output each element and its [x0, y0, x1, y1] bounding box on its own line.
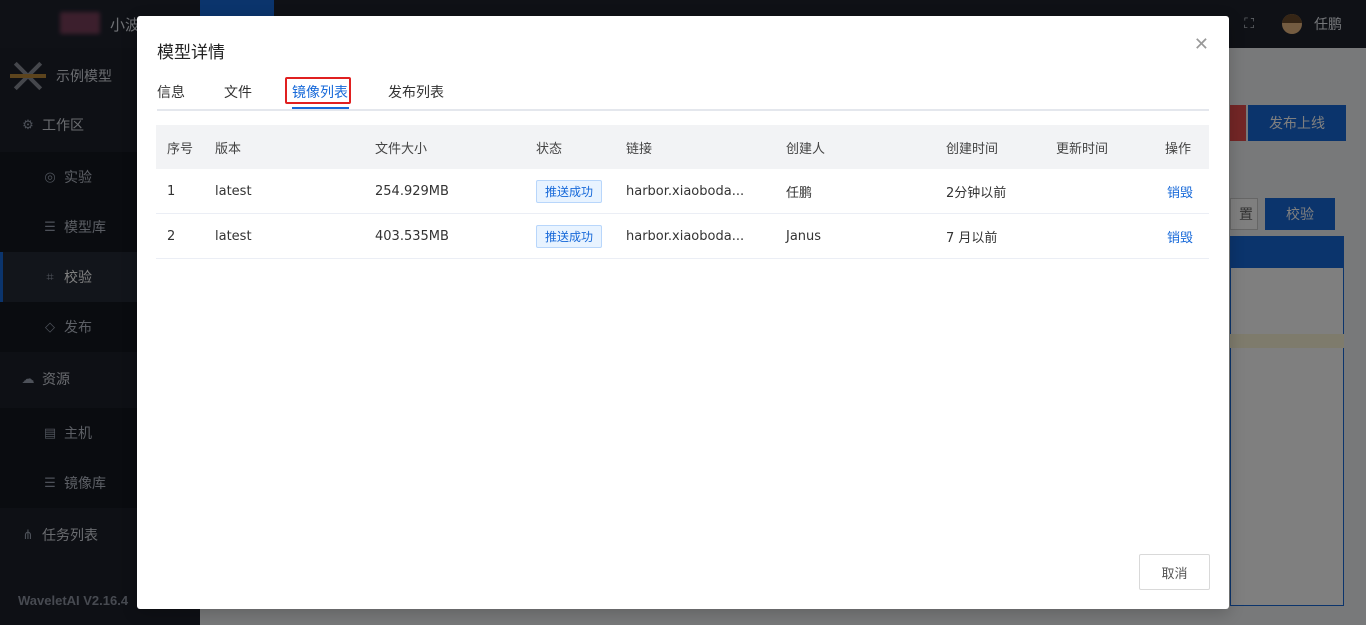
- cell-size: 254.929MB: [375, 183, 449, 199]
- cell-size: 403.535MB: [375, 228, 449, 244]
- cell-creator: 任鹏: [786, 185, 813, 201]
- cell-action: 销毁: [1167, 214, 1193, 258]
- column-header: 更新时间: [1056, 141, 1109, 157]
- table-row: 1 latest 254.929MB 推送成功 harbor.xiaoboda.…: [156, 169, 1209, 214]
- column-header: 创建时间: [946, 141, 999, 157]
- cell-creator: Janus: [786, 228, 822, 244]
- cell-index: 2: [167, 228, 176, 244]
- status-badge: 推送成功: [536, 179, 603, 203]
- table-header: 序号 版本 文件大小 状态 链接 创建人 创建时间 更新时间 操作: [156, 125, 1209, 169]
- cell-link: harbor.xiaoboda...: [626, 183, 745, 199]
- column-header: 链接: [626, 141, 653, 157]
- close-icon[interactable]: ✕: [1194, 36, 1209, 54]
- cell-action: 销毁: [1167, 169, 1193, 213]
- tab-highlight-box: [285, 77, 351, 104]
- cell-created-time: 7 月以前: [946, 230, 998, 246]
- tab-info[interactable]: 信息: [157, 82, 185, 102]
- column-header: 序号: [167, 141, 194, 157]
- cell-version: latest: [215, 228, 252, 244]
- cancel-button[interactable]: 取消: [1139, 554, 1210, 590]
- destroy-link[interactable]: 销毁: [1167, 227, 1193, 246]
- column-header: 版本: [215, 141, 242, 157]
- tab-files[interactable]: 文件: [224, 82, 252, 102]
- cell-created-time: 2分钟以前: [946, 185, 1007, 201]
- dialog-tabs: 信息 文件 镜像列表 发布列表: [157, 77, 1209, 111]
- destroy-link[interactable]: 销毁: [1167, 182, 1193, 201]
- tab-publish-list[interactable]: 发布列表: [388, 82, 444, 102]
- cell-status: 推送成功: [536, 169, 603, 213]
- active-tab-indicator: [292, 107, 349, 109]
- column-header: 状态: [536, 141, 563, 157]
- column-header: 操作: [1165, 141, 1192, 157]
- cell-status: 推送成功: [536, 214, 603, 258]
- dialog-title: 模型详情: [157, 43, 225, 63]
- column-header: 文件大小: [375, 141, 428, 157]
- table-row: 2 latest 403.535MB 推送成功 harbor.xiaoboda.…: [156, 214, 1209, 259]
- column-header: 创建人: [786, 141, 826, 157]
- image-list-table: 序号 版本 文件大小 状态 链接 创建人 创建时间 更新时间 操作 1 late…: [156, 125, 1209, 259]
- cell-version: latest: [215, 183, 252, 199]
- cell-index: 1: [167, 183, 176, 199]
- cell-link: harbor.xiaoboda...: [626, 228, 745, 244]
- model-detail-dialog: 模型详情 ✕ 信息 文件 镜像列表 发布列表 序号 版本 文件大小 状态 链接 …: [137, 16, 1229, 609]
- status-badge: 推送成功: [536, 224, 603, 248]
